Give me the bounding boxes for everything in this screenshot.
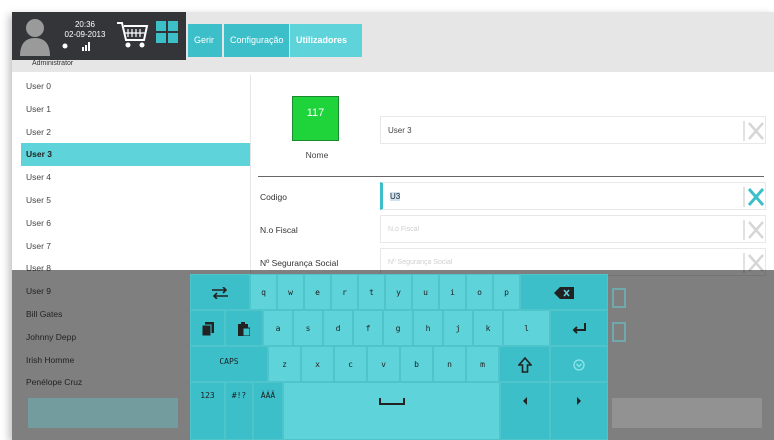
user-role-label: Administrator: [32, 60, 74, 67]
arrow-left-icon: [523, 396, 527, 405]
key-g[interactable]: g: [383, 310, 413, 346]
paste-icon: [238, 321, 251, 336]
hide-keyboard-key[interactable]: [550, 346, 608, 382]
key-m[interactable]: m: [466, 346, 499, 382]
clear-codigo-button[interactable]: [743, 187, 765, 207]
key-t[interactable]: t: [358, 274, 385, 310]
settings-icon: [62, 43, 68, 49]
key-f[interactable]: f: [353, 310, 383, 346]
user-number-badge: 117: [292, 96, 339, 141]
key-v[interactable]: v: [367, 346, 400, 382]
key-b[interactable]: b: [400, 346, 433, 382]
list-item-user-4[interactable]: User 4: [21, 166, 250, 189]
signal-icon: [82, 47, 84, 51]
swap-arrows-icon: [212, 285, 228, 300]
list-item-user-6[interactable]: User 6: [21, 212, 250, 235]
nif-placeholder: N.o Fiscal: [388, 226, 420, 233]
key-k[interactable]: k: [473, 310, 503, 346]
nss-label: Nº Segurança Social: [260, 258, 339, 268]
clear-nif-button[interactable]: [743, 220, 764, 240]
caps-key[interactable]: CAPS: [190, 346, 268, 382]
key-l[interactable]: l: [503, 310, 550, 346]
form-divider: [258, 176, 764, 177]
user-status-block: 20:36 02-09-2013: [12, 12, 186, 60]
key-a[interactable]: a: [263, 310, 293, 346]
key-p[interactable]: p: [493, 274, 520, 310]
header-bar: 20:36 02-09-2013 Administrator Gerir Con…: [12, 12, 774, 72]
copy-icon: [201, 321, 214, 336]
paste-key[interactable]: [225, 310, 263, 346]
clock-time: 20:36: [74, 20, 96, 29]
clear-nome-button[interactable]: [743, 121, 764, 141]
key-c[interactable]: c: [334, 346, 367, 382]
app-window: 20:36 02-09-2013 Administrator Gerir Con…: [12, 12, 774, 440]
list-item-user-1[interactable]: User 1: [21, 98, 250, 121]
accents-label: ÀÁÂ: [260, 391, 276, 400]
tab-gerir[interactable]: Gerir: [188, 24, 222, 57]
copy-key[interactable]: [190, 310, 225, 346]
list-item-user-3[interactable]: User 3: [21, 143, 250, 167]
key-x[interactable]: x: [301, 346, 334, 382]
key-i[interactable]: i: [439, 274, 466, 310]
arrow-right-icon: [577, 396, 581, 405]
nome-label: Nome: [305, 150, 329, 160]
key-s[interactable]: s: [293, 310, 323, 346]
numbers-label: 123: [200, 391, 215, 400]
arrow-right-key[interactable]: [550, 382, 608, 440]
key-n[interactable]: n: [433, 346, 466, 382]
key-j[interactable]: j: [443, 310, 473, 346]
clock: 20:36 02-09-2013: [60, 20, 110, 40]
key-q[interactable]: q: [250, 274, 277, 310]
backspace-key[interactable]: [520, 274, 608, 310]
grid-icon[interactable]: [156, 21, 178, 43]
codigo-value: U3: [390, 192, 401, 201]
list-item-user-5[interactable]: User 5: [21, 189, 250, 212]
key-h[interactable]: h: [413, 310, 443, 346]
nome-field[interactable]: User 3: [380, 116, 766, 144]
nome-value: User 3: [388, 126, 412, 135]
arrow-left-key[interactable]: [500, 382, 550, 440]
tab-key[interactable]: [190, 274, 250, 310]
list-item-user-7[interactable]: User 7: [21, 235, 250, 258]
status-icons: [62, 42, 90, 51]
nif-label: N.o Fiscal: [260, 225, 298, 235]
key-y[interactable]: y: [385, 274, 412, 310]
caps-label: CAPS: [219, 357, 239, 366]
symbols-key[interactable]: #!?: [225, 382, 253, 440]
list-item-user-2[interactable]: User 2: [21, 121, 250, 144]
cart-icon[interactable]: [116, 20, 150, 50]
chevron-down-icon: [573, 358, 585, 371]
tab-configuracao[interactable]: Configuração: [224, 24, 289, 57]
codigo-field[interactable]: U3: [380, 182, 766, 210]
close-icon: [748, 122, 764, 140]
enter-key[interactable]: [550, 310, 608, 346]
shift-key[interactable]: [499, 346, 550, 382]
numbers-key[interactable]: 123: [190, 382, 225, 440]
list-item-user-0[interactable]: User 0: [21, 75, 250, 98]
symbols-label: #!?: [231, 391, 247, 400]
clock-date: 02-09-2013: [64, 30, 106, 39]
accents-key[interactable]: ÀÁÂ: [253, 382, 283, 440]
key-o[interactable]: o: [466, 274, 493, 310]
tab-utilizadores[interactable]: Utilizadores: [290, 24, 362, 57]
key-z[interactable]: z: [268, 346, 301, 382]
nif-field[interactable]: N.o Fiscal: [380, 215, 766, 243]
backspace-icon: [554, 286, 574, 299]
codigo-label: Codigo: [260, 192, 287, 202]
nss-placeholder: Nº Segurança Social: [388, 259, 453, 266]
space-icon: [378, 397, 405, 405]
key-u[interactable]: u: [412, 274, 439, 310]
key-r[interactable]: r: [331, 274, 358, 310]
enter-icon: [572, 322, 586, 334]
on-screen-keyboard: q w e r t y u i o p a s d f g h j k l CA…: [190, 274, 608, 440]
shift-icon: [516, 356, 533, 373]
space-key[interactable]: [283, 382, 500, 440]
avatar-icon: [20, 19, 50, 56]
close-icon: [747, 188, 765, 206]
key-w[interactable]: w: [277, 274, 304, 310]
key-d[interactable]: d: [323, 310, 353, 346]
key-e[interactable]: e: [304, 274, 331, 310]
close-icon: [748, 221, 764, 239]
